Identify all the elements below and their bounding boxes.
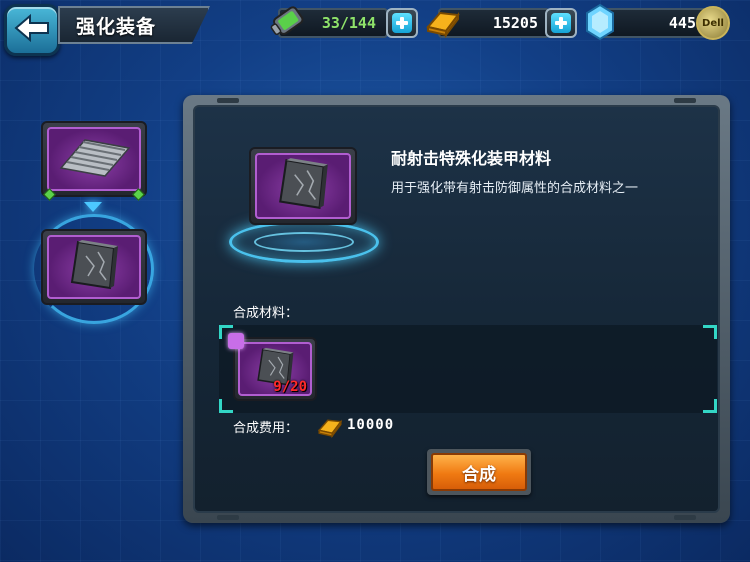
sidebar-item-armor-plate[interactable]: [41, 229, 147, 305]
armor-plate-icon: [64, 236, 124, 298]
plus-icon: [551, 13, 571, 33]
diamond-icon: [584, 3, 616, 45]
plus-icon: [392, 13, 412, 33]
sidebar-item-corrugated-plate[interactable]: [41, 121, 147, 201]
frame-corner: [703, 399, 717, 413]
detail-panel: 耐射击特殊化装甲材料 用于强化带有射击防御属性的合成材料之一 合成材料： 9/2…: [183, 95, 730, 523]
item-frame: [47, 127, 141, 191]
display-platform: [229, 221, 379, 263]
frame-corner: [219, 399, 233, 413]
avatar-label: Dell: [702, 17, 724, 29]
corrugated-plate-icon: [55, 132, 133, 186]
item-name: 耐射击特殊化装甲材料: [391, 149, 552, 168]
avatar[interactable]: Dell: [696, 6, 730, 40]
puzzle-piece-icon: [228, 333, 244, 349]
page-title: 强化装备: [76, 15, 157, 38]
chevron-down-icon: [84, 202, 102, 212]
synthesize-button-label: 合成: [431, 453, 527, 491]
detail-content: 耐射击特殊化装甲材料 用于强化带有射击防御属性的合成材料之一 合成材料： 9/2…: [193, 105, 720, 513]
panel-rivet: [217, 98, 239, 103]
energy-value: 33/144: [321, 14, 376, 32]
item-frame: [47, 235, 141, 299]
synthesize-button[interactable]: 合成: [427, 449, 531, 495]
item-frame: [255, 153, 351, 219]
gem-value: 445: [668, 14, 696, 32]
material-count: 9/20: [273, 379, 307, 395]
frame-corner: [703, 325, 717, 339]
back-button[interactable]: [4, 4, 60, 56]
panel-rivet: [674, 515, 696, 520]
title-plate: 强化装备: [58, 6, 210, 44]
item-description: 用于强化带有射击防御属性的合成材料之一: [391, 181, 639, 196]
add-energy-button[interactable]: [386, 8, 418, 38]
panel-rivet: [217, 515, 239, 520]
panel-rivet: [674, 98, 696, 103]
gold-bar-icon: [315, 413, 345, 443]
gold-value: 15205: [492, 14, 538, 32]
cost-label: 合成费用：: [233, 421, 299, 436]
armor-plate-icon: [272, 154, 334, 218]
materials-label: 合成材料：: [233, 306, 299, 321]
add-gold-button[interactable]: [545, 8, 577, 38]
featured-item: [249, 147, 357, 225]
energy-battery-icon: [268, 4, 308, 44]
back-arrow-icon: [14, 13, 50, 47]
cost-value: 10000: [347, 417, 395, 433]
material-slot[interactable]: 9/20: [233, 337, 317, 401]
gold-bar-icon: [424, 3, 462, 43]
